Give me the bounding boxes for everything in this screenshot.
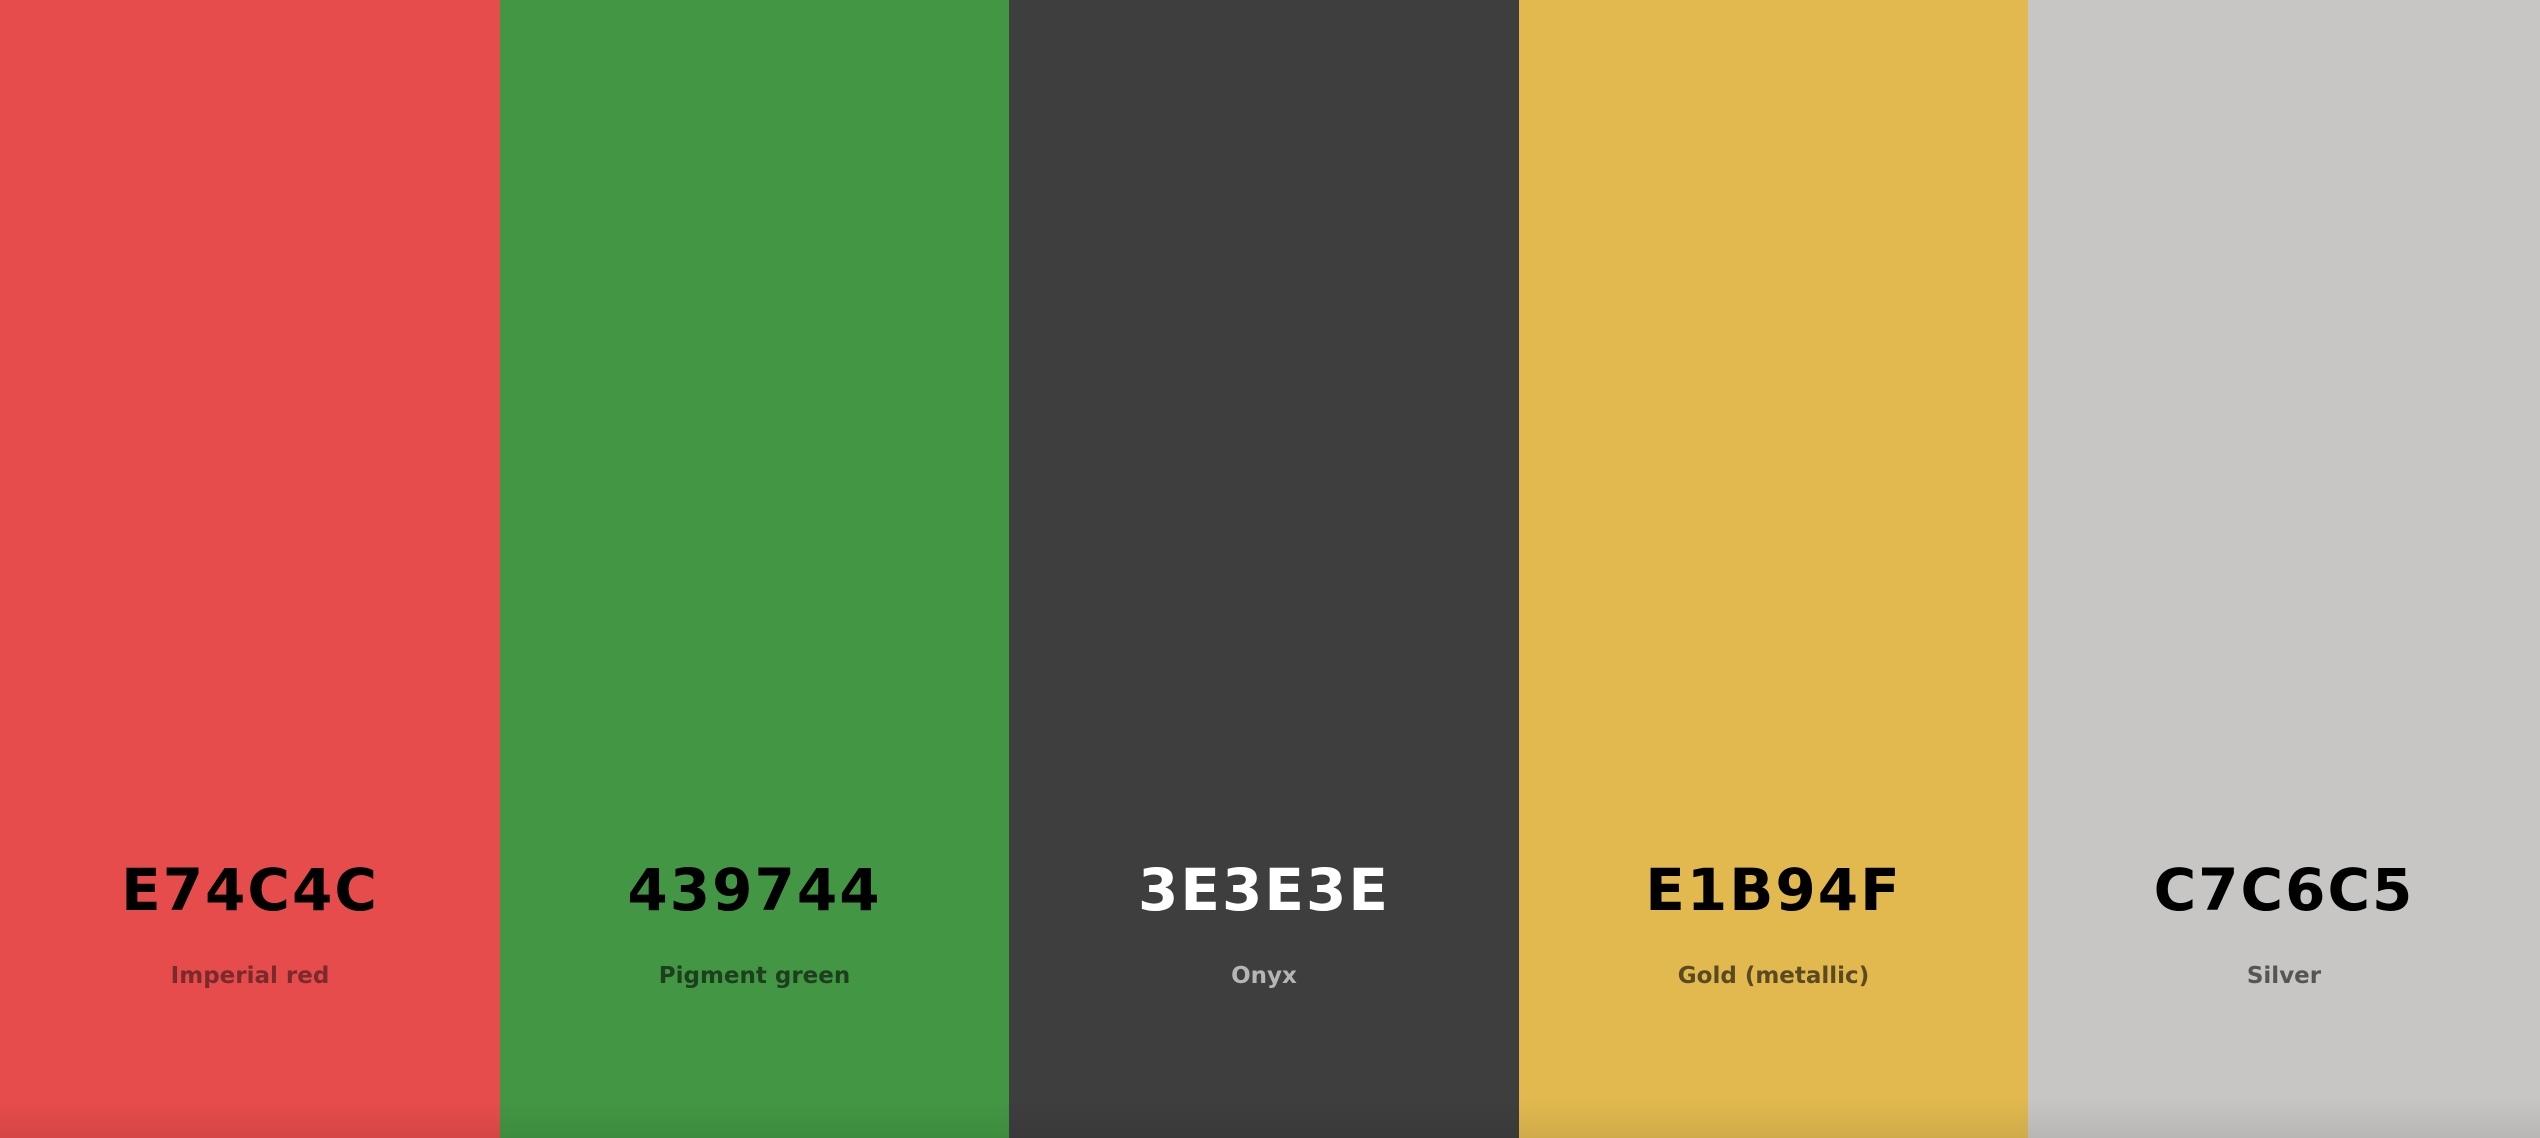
swatch-color-name: Onyx bbox=[1231, 963, 1297, 989]
swatch-gold-metallic[interactable]: E1B94F Gold (metallic) bbox=[1519, 0, 2028, 1138]
swatch-color-name: Pigment green bbox=[658, 963, 851, 989]
swatch-imperial-red[interactable]: E74C4C Imperial red bbox=[0, 0, 500, 1138]
swatch-silver[interactable]: C7C6C5 Silver bbox=[2028, 0, 2540, 1138]
swatch-hex-code[interactable]: E1B94F bbox=[1519, 855, 2028, 925]
swatch-hex-code[interactable]: E74C4C bbox=[0, 855, 500, 925]
swatch-hex-code[interactable]: C7C6C5 bbox=[2028, 855, 2540, 925]
swatch-onyx[interactable]: 3E3E3E Onyx bbox=[1009, 0, 1519, 1138]
swatch-color-name: Silver bbox=[2246, 963, 2322, 989]
swatch-pigment-green[interactable]: 439744 Pigment green bbox=[500, 0, 1009, 1138]
swatch-hex-code[interactable]: 3E3E3E bbox=[1009, 855, 1519, 925]
swatch-color-name: Imperial red bbox=[170, 963, 330, 989]
color-palette: E74C4C Imperial red 439744 Pigment green… bbox=[0, 0, 2540, 1138]
swatch-hex-code[interactable]: 439744 bbox=[500, 855, 1009, 925]
swatch-color-name: Gold (metallic) bbox=[1677, 963, 1870, 989]
